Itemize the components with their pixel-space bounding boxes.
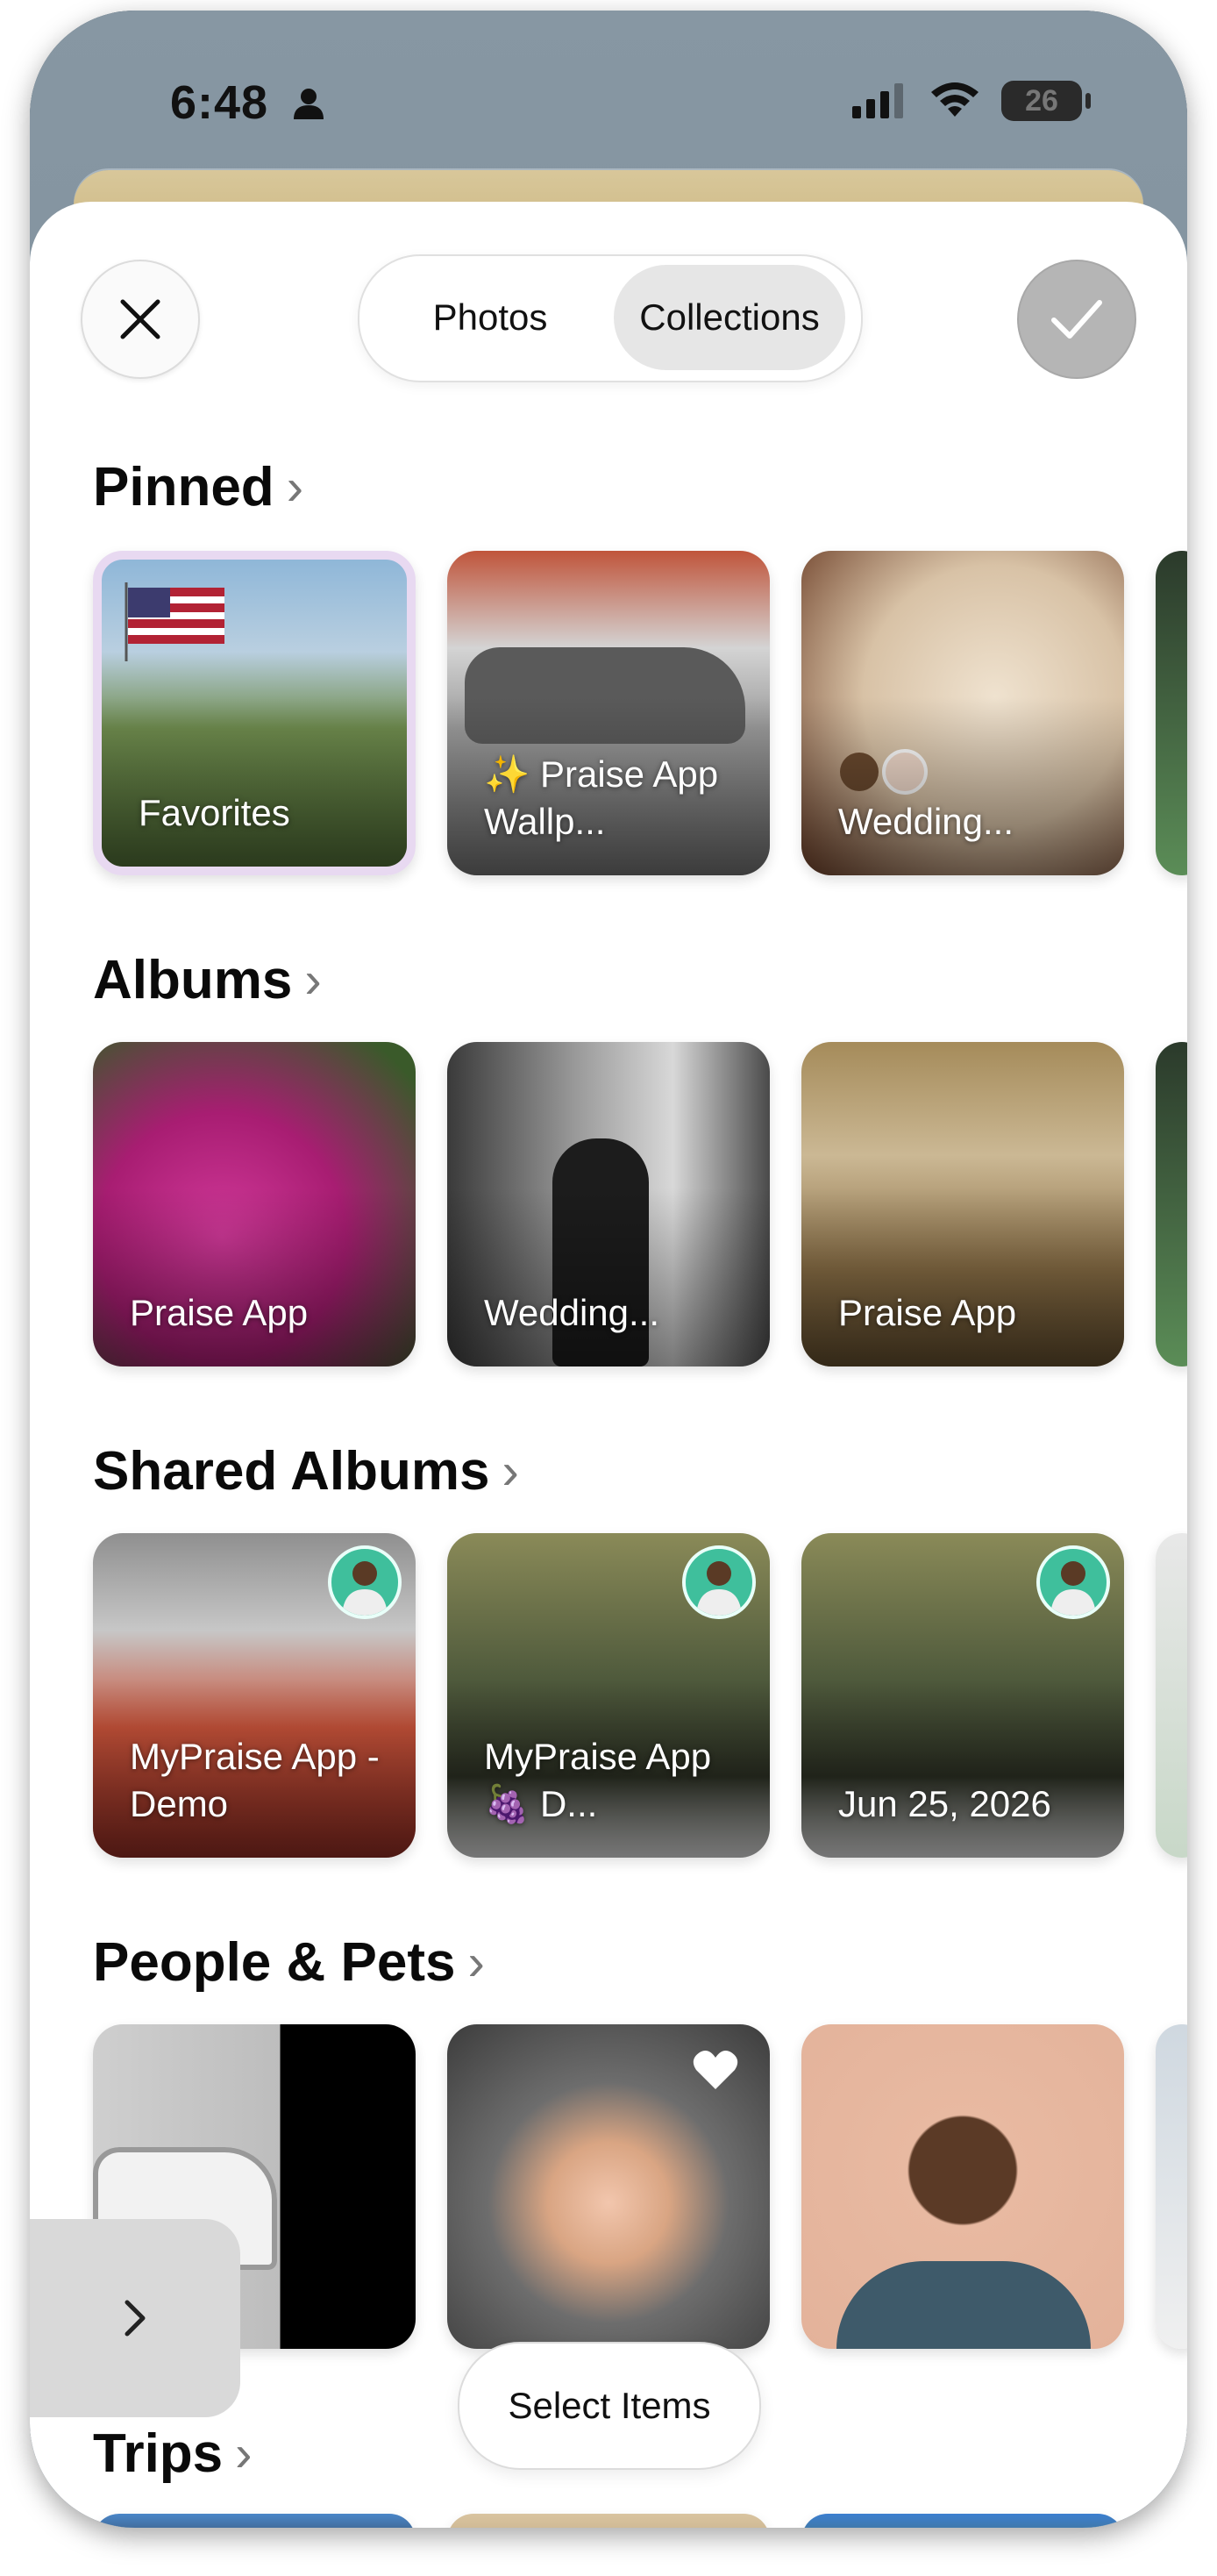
album-item-wedding[interactable]: Wedding...	[447, 1042, 770, 1366]
shared-album-item-jun-25[interactable]: Jun 25, 2026	[801, 1533, 1124, 1858]
trip-item-1[interactable]	[93, 2514, 416, 2528]
tile-label: Favorites	[139, 792, 290, 833]
pinned-item-favorites[interactable]: Favorites	[93, 551, 416, 875]
person-item-more[interactable]	[1156, 2024, 1187, 2349]
chevron-right-icon: ›	[502, 1443, 519, 1500]
chevron-right-icon	[125, 2300, 146, 2337]
wifi-icon	[931, 82, 979, 117]
section-title: People & Pets	[93, 1932, 456, 1993]
section-title: Albums	[93, 950, 293, 1010]
section-header-trips[interactable]: Trips ›	[93, 2423, 253, 2485]
trip-item-2[interactable]	[447, 2514, 770, 2528]
tab-collections[interactable]: Collections	[614, 265, 845, 370]
pinned-item-more[interactable]	[1156, 551, 1187, 875]
status-time: 6:48	[170, 76, 269, 129]
section-header-shared-albums[interactable]: Shared Albums ›	[93, 1440, 519, 1502]
shared-albums-row: MyPraise App - Demo MyPraise App 🍇 D... …	[93, 1533, 1187, 1858]
checkmark-icon	[1051, 300, 1102, 339]
cellular-signal-icon	[852, 83, 903, 118]
trip-item-3[interactable]	[801, 2514, 1124, 2528]
heart-icon	[693, 2051, 738, 2089]
albums-row: Praise App Wedding... Praise App	[93, 1042, 1187, 1366]
chevron-right-icon: ›	[467, 1934, 485, 1991]
collections-sheet: Photos Collections Pinned › Favorites ✨ …	[30, 202, 1187, 2528]
shared-album-item-mypraise-2[interactable]: MyPraise App 🍇 D...	[447, 1533, 770, 1858]
tile-label: Wedding...	[838, 801, 1014, 842]
album-item-praise-app-2[interactable]: Praise App	[801, 1042, 1124, 1366]
shared-album-item-mypraise-demo[interactable]: MyPraise App - Demo	[93, 1533, 416, 1858]
view-segmented-control: Photos Collections	[358, 254, 863, 382]
battery-icon: 26	[1001, 81, 1091, 121]
chevron-right-icon: ›	[286, 459, 304, 516]
section-header-pinned[interactable]: Pinned ›	[93, 456, 303, 518]
close-icon	[120, 299, 160, 339]
chevron-right-icon: ›	[304, 952, 322, 1009]
section-header-albums[interactable]: Albums ›	[93, 949, 322, 1011]
tile-label: Praise App	[838, 1292, 1017, 1333]
tile-label: Praise App	[130, 1292, 309, 1333]
section-title: Pinned	[93, 457, 274, 517]
close-button[interactable]	[81, 260, 200, 379]
chevron-right-icon: ›	[235, 2425, 253, 2482]
status-icons: 26	[852, 81, 1091, 121]
done-button[interactable]	[1017, 260, 1136, 379]
tile-label: Wedding...	[484, 1292, 660, 1333]
pinned-row: Favorites ✨ Praise App Wallp... Wedding.…	[93, 551, 1187, 875]
tile-label: ✨ Praise App Wallp...	[484, 753, 719, 842]
section-title: Trips	[93, 2423, 224, 2484]
tile-label: Jun 25, 2026	[838, 1783, 1051, 1824]
shared-album-item-more[interactable]	[1156, 1533, 1187, 1858]
album-item-more[interactable]	[1156, 1042, 1187, 1366]
trips-row	[93, 2514, 1187, 2528]
status-bar: 6:48 26	[30, 11, 1187, 186]
select-items-button[interactable]: Select Items	[458, 2342, 761, 2470]
pinned-item-wedding[interactable]: Wedding...	[801, 551, 1124, 875]
phone-frame: 6:48 26 Photos Collections Pinned › Favo…	[30, 11, 1187, 2528]
tile-label: MyPraise App 🍇 D...	[484, 1736, 712, 1824]
section-header-people-pets[interactable]: People & Pets ›	[93, 1931, 485, 1994]
tile-label: MyPraise App - Demo	[130, 1736, 380, 1824]
battery-level: 26	[1025, 83, 1058, 118]
section-title: Shared Albums	[93, 1441, 490, 1502]
person-item-3[interactable]	[801, 2024, 1124, 2349]
person-item-2[interactable]	[447, 2024, 770, 2349]
people-row	[93, 2024, 1187, 2349]
album-item-praise-app[interactable]: Praise App	[93, 1042, 416, 1366]
shirt-image	[836, 2261, 1091, 2349]
tab-photos[interactable]: Photos	[372, 265, 608, 370]
pinned-item-praise-wallpapers[interactable]: ✨ Praise App Wallp...	[447, 551, 770, 875]
sidebar-expand-tab[interactable]	[30, 2219, 240, 2417]
person-icon	[294, 89, 324, 119]
